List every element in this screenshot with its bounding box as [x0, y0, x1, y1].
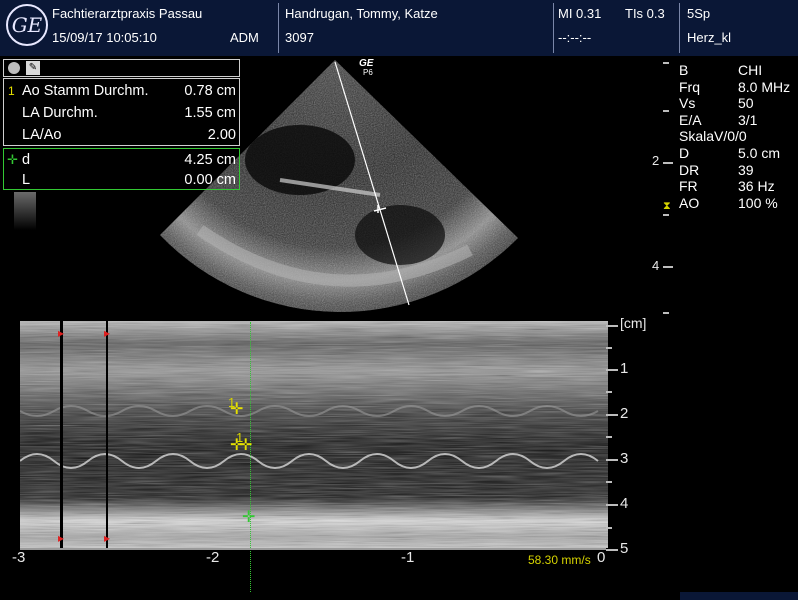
param-label: D: [679, 145, 690, 161]
param-label: DR: [679, 162, 700, 178]
patient-id: 3097: [285, 30, 314, 45]
exam-datetime: 15/09/17 10:05:10: [52, 30, 157, 45]
measurement-value: 0.78 cm: [184, 83, 236, 99]
red-marker-icon: ▸: [58, 531, 65, 545]
mmode-scale-tick: [606, 325, 618, 327]
measurement-row: LA Durchm. 1.55 cm: [4, 102, 239, 124]
red-marker-icon: ▸: [104, 326, 111, 340]
param-value: 50: [738, 95, 754, 111]
ruler-tool-icon[interactable]: ✎: [26, 61, 40, 75]
mmode-depth-label: 2: [620, 405, 629, 422]
crosshair-icon: ✛: [7, 152, 18, 167]
mechanical-index: MI 0.31: [558, 6, 602, 21]
caliper-label: 1: [228, 395, 236, 410]
ge-logo-icon: GE: [6, 4, 48, 46]
measurement-toolbar: ✎: [3, 59, 240, 77]
probe-model-label: P6: [363, 68, 373, 77]
param-label: B: [679, 62, 689, 78]
measurement-value: 0.00 cm: [184, 172, 236, 188]
mmode-depth-label: 1: [620, 360, 629, 377]
param-value: 36 Hz: [738, 178, 775, 194]
param-value: 39: [738, 162, 754, 178]
preset-name: Herz_kl: [687, 30, 732, 45]
gain-strip: [14, 192, 36, 230]
mmode-depth-label: 5: [620, 540, 629, 557]
time-placeholder: --:--:--: [558, 30, 592, 45]
thermal-index: TIs 0.3: [625, 6, 665, 21]
probe-name: 5Sp: [687, 6, 711, 21]
time-axis-label: 0: [597, 549, 606, 566]
measurement-row: LA/Ao 2.00: [4, 124, 239, 146]
param-value: 5.0 cm: [738, 145, 781, 161]
time-axis-label: -1: [401, 549, 415, 566]
status-strip: [680, 592, 798, 600]
param-label: Frq: [679, 79, 700, 95]
record-circle-icon[interactable]: [8, 62, 20, 74]
active-measurement-panel[interactable]: ✛ d 4.25 cm L 0.00 cm: [3, 148, 240, 190]
param-label: Vs: [679, 95, 696, 111]
patient-name: Handrugan, Tommy, Katze: [285, 6, 438, 21]
param-label: FR: [679, 178, 698, 194]
measurement-row: L 0.00 cm: [4, 169, 239, 191]
red-marker-icon: ▸: [58, 326, 65, 340]
time-axis-label: -2: [206, 549, 220, 566]
measurement-label: d: [22, 152, 31, 168]
sweep-speed-label: 58.30 mm/s: [528, 553, 591, 567]
time-axis-label: -3: [12, 549, 26, 566]
mmode-depth-label: 3: [620, 450, 629, 467]
header-divider: [553, 3, 554, 53]
operator-id: ADM: [230, 30, 259, 45]
bmode-depth-label: 4: [652, 258, 660, 273]
focus-marker-icon: ⧗: [663, 200, 671, 212]
institution-name: Fachtierarztpraxis Passau: [52, 6, 203, 21]
param-label: E/A: [679, 112, 702, 128]
mmode-depth-label: 4: [620, 495, 629, 512]
measurement-index: 1: [8, 84, 15, 98]
param-value: 3/1: [738, 112, 758, 128]
bmode-depth-label: 2: [652, 153, 660, 168]
green-caliper-icon[interactable]: ✛: [242, 507, 255, 527]
param-value: CHI: [738, 62, 763, 78]
param-label: SkalaV/0/0: [679, 128, 747, 144]
yellow-caliper-icon[interactable]: ✛: [239, 435, 252, 455]
red-marker-icon: ▸: [104, 531, 111, 545]
time-caliper-line[interactable]: [250, 322, 251, 592]
measurement-value: 4.25 cm: [184, 152, 236, 168]
mmode-trace-image: [20, 321, 608, 548]
param-label: AO: [679, 195, 700, 211]
measurement-value: 1.55 cm: [184, 105, 236, 121]
measurement-label: L: [22, 172, 31, 188]
header-divider: [278, 3, 279, 53]
time-axis: [20, 548, 606, 550]
param-value: 8.0 MHz: [738, 79, 791, 95]
param-value: 100 %: [738, 195, 778, 211]
measurement-row: 1 Ao Stamm Durchm. 0.78 cm: [4, 80, 239, 102]
measurement-label: Ao Stamm Durchm.: [22, 83, 149, 99]
measurement-results-panel: 1 Ao Stamm Durchm. 0.78 cm LA Durchm. 1.…: [3, 78, 240, 146]
mmode-scale-unit: [cm]: [620, 315, 647, 331]
measurement-value: 2.00: [207, 127, 236, 143]
bmode-depth-scale: [663, 60, 673, 318]
measurement-label: LA Durchm.: [22, 105, 98, 121]
measurement-row: ✛ d 4.25 cm: [4, 149, 239, 171]
header-divider: [679, 3, 680, 53]
measurement-label: LA/Ao: [22, 127, 62, 143]
